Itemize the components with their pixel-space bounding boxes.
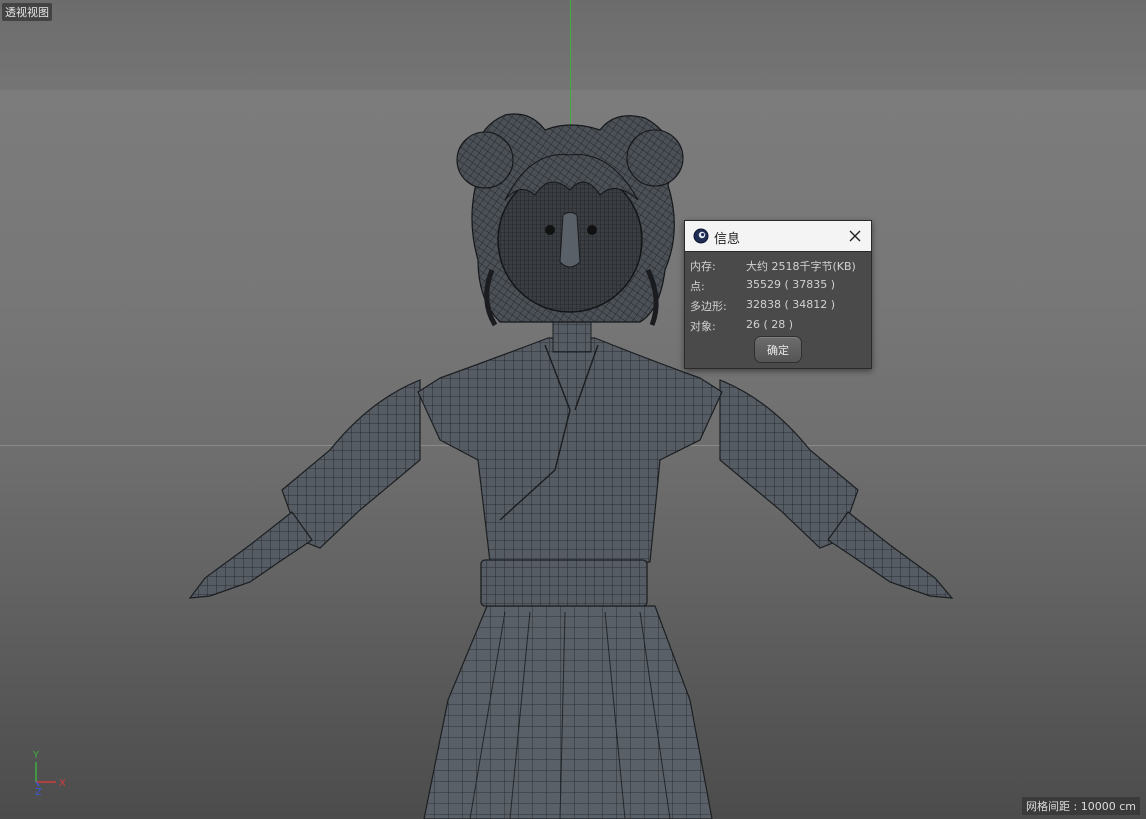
left-arm-mesh xyxy=(281,379,421,549)
info-dialog-titlebar[interactable]: 信息 xyxy=(685,221,871,252)
polygons-label: 多边形: xyxy=(690,300,727,313)
viewport-name-label[interactable]: 透视视图 xyxy=(2,3,52,21)
left-eye xyxy=(545,225,555,235)
cinema4d-logo-icon xyxy=(693,228,709,244)
polygons-value: 32838 ( 34812 ) xyxy=(746,298,836,311)
3d-viewport[interactable]: 透视视图 Y X Z 网格间距 : 10000 cm xyxy=(0,0,1146,819)
axis-y-label: Y xyxy=(32,750,40,761)
torso-mesh xyxy=(417,337,723,563)
belt-mesh xyxy=(480,559,648,607)
nose-mesh xyxy=(559,212,581,268)
right-arm-mesh xyxy=(719,379,859,549)
info-dialog-title: 信息 xyxy=(714,232,741,247)
points-label: 点: xyxy=(690,280,705,293)
hair-bun-right xyxy=(626,129,684,187)
memory-value: 大约 2518千字节(KB) xyxy=(746,260,856,273)
right-hand-mesh xyxy=(827,511,954,599)
grid-spacing-status: 网格间距 : 10000 cm xyxy=(1022,797,1140,815)
skirt-mesh xyxy=(423,605,713,819)
hair-bun-left xyxy=(456,131,514,189)
right-eye xyxy=(587,225,597,235)
left-hand-mesh xyxy=(188,511,313,599)
objects-label: 对象: xyxy=(690,320,716,333)
close-button[interactable] xyxy=(845,226,865,246)
ok-button[interactable]: 确定 xyxy=(754,336,802,363)
close-icon xyxy=(849,230,861,242)
character-model[interactable] xyxy=(0,0,1146,819)
axis-x-label: X xyxy=(59,778,66,789)
axis-gizmo: Y X Z xyxy=(32,750,66,798)
axis-z-label: Z xyxy=(35,787,42,798)
memory-label: 内存: xyxy=(690,260,716,273)
points-value: 35529 ( 37835 ) xyxy=(746,278,836,291)
info-dialog: 信息 内存: 大约 2518千字节(KB) 点: 35529 ( 37835 )… xyxy=(684,220,872,369)
objects-value: 26 ( 28 ) xyxy=(746,318,794,331)
